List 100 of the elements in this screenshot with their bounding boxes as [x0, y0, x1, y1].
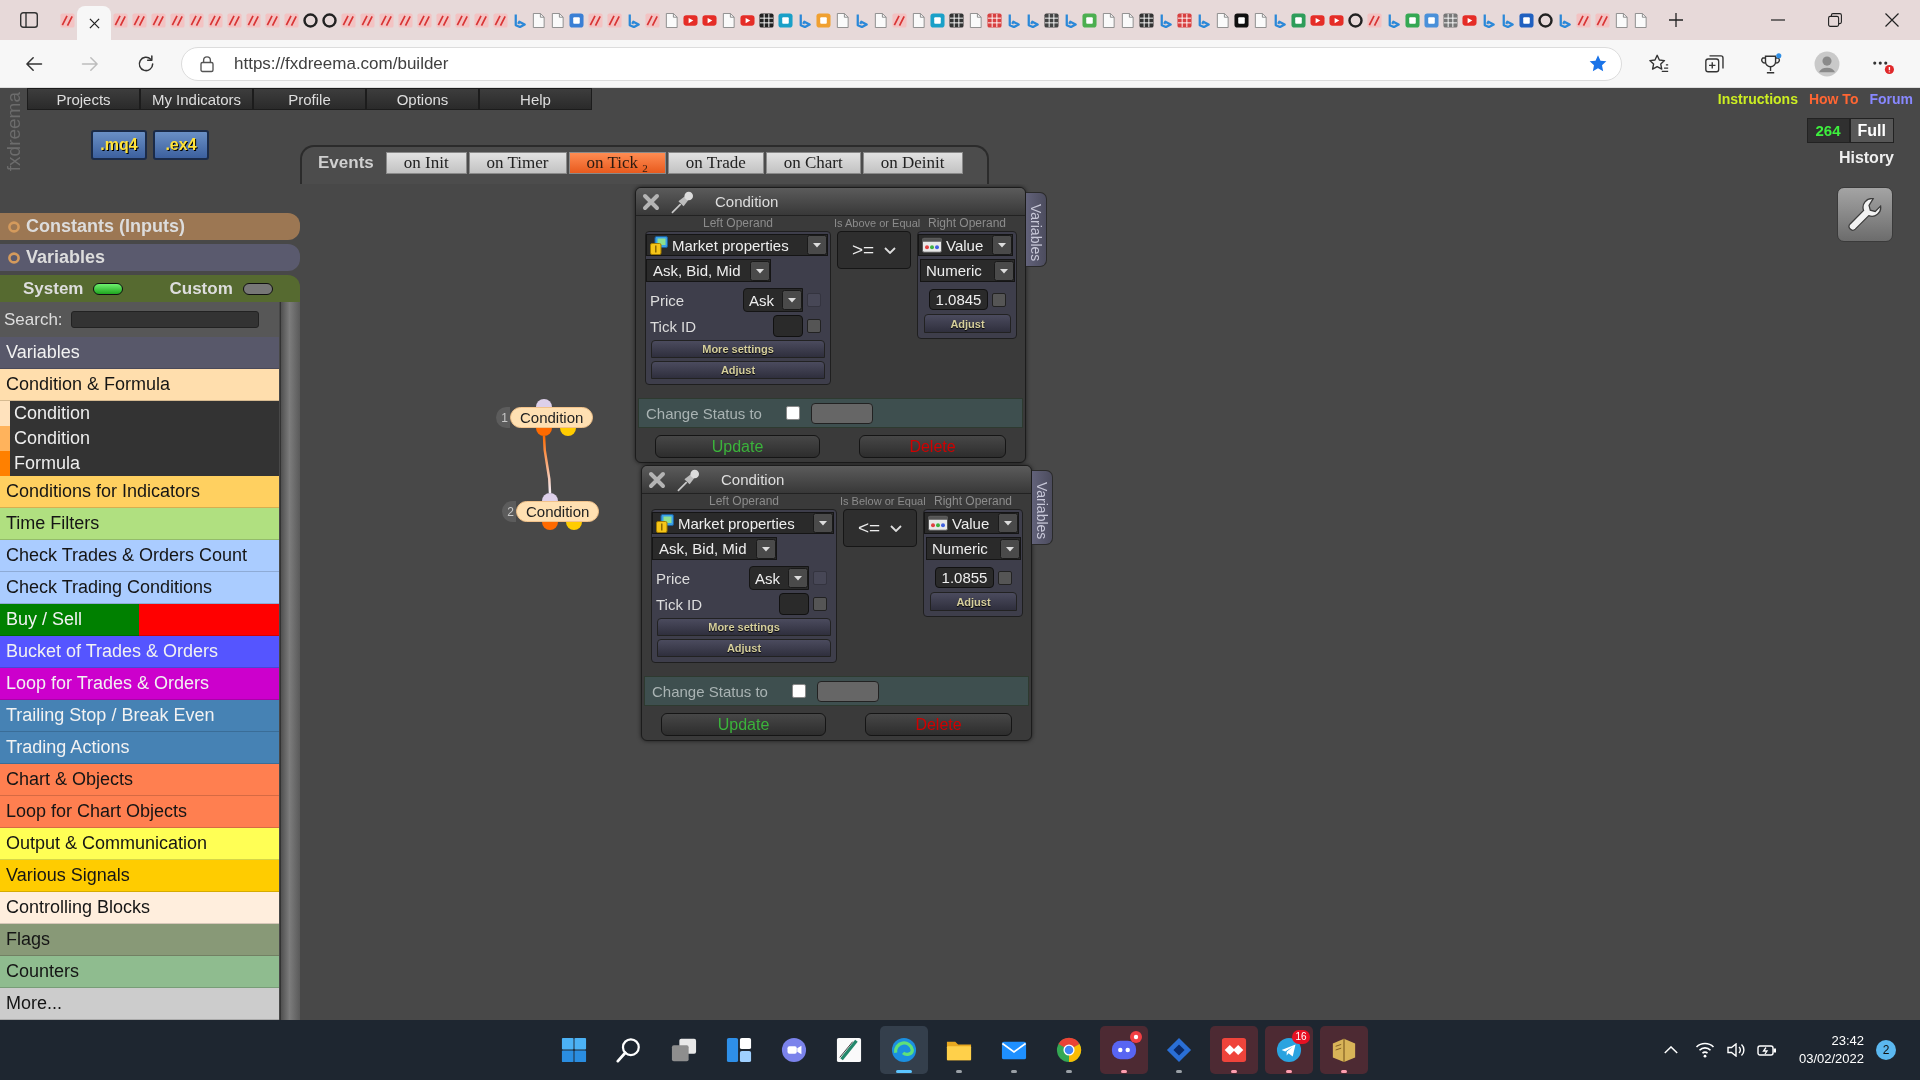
address-bar[interactable]: https://fxdreema.com/builder	[181, 46, 1622, 81]
battery-icon[interactable]	[1756, 1044, 1777, 1056]
trophy-icon[interactable]	[1760, 52, 1782, 75]
option-button[interactable]: Adjust	[657, 639, 831, 657]
collections-icon[interactable]	[1704, 52, 1726, 75]
number-field[interactable]: 1.0855	[935, 567, 994, 588]
category-item[interactable]: More...	[0, 988, 279, 1020]
category-item[interactable]: Controlling Blocks	[0, 892, 279, 924]
action-button[interactable]: Update	[661, 713, 826, 736]
subcategory-item[interactable]: Formula	[0, 451, 279, 476]
restore-icon[interactable]	[1827, 13, 1842, 27]
category-item[interactable]: Loop for Trades & Orders	[0, 668, 279, 700]
category-item[interactable]: Loop for Chart Objects	[0, 796, 279, 828]
clock-time[interactable]: 23:42	[1831, 1032, 1864, 1050]
close-icon[interactable]	[88, 17, 100, 29]
input-field[interactable]	[773, 315, 803, 337]
event-tab[interactable]: on Chart	[765, 152, 861, 174]
side-tab[interactable]: Variables	[1032, 470, 1053, 545]
operator-dropdown[interactable]: <=	[843, 509, 917, 547]
event-tab[interactable]: on Tick $_{2}$	[568, 152, 666, 174]
source-dropdown[interactable]: Value	[924, 512, 1019, 534]
category-item[interactable]: Conditions for Indicators	[0, 476, 279, 508]
volume-icon[interactable]	[1726, 1043, 1745, 1057]
group-dropdown[interactable]: Ask, Bid, Mid	[646, 259, 771, 282]
taskbar-button[interactable]: 16	[1265, 1026, 1313, 1074]
taskbar-button[interactable]	[1100, 1026, 1148, 1074]
lock-icon[interactable]	[198, 54, 216, 73]
block-label[interactable]: Condition	[510, 407, 594, 428]
type-dropdown[interactable]: Numeric	[926, 537, 1021, 560]
tab-actions-icon[interactable]	[20, 12, 38, 28]
category-item[interactable]: Variables	[0, 337, 279, 369]
subcategory-item[interactable]: Condition	[0, 426, 279, 451]
favorites-icon[interactable]	[1648, 52, 1670, 75]
action-button[interactable]: Update	[655, 435, 820, 458]
category-item[interactable]: Trailing Stop / Break Even	[0, 700, 279, 732]
category-item[interactable]: Condition & Formula	[0, 369, 279, 401]
category-item[interactable]: Bucket of Trades & Orders	[0, 636, 279, 668]
subcategory-item[interactable]: Condition	[0, 401, 279, 426]
history-link[interactable]: History	[1838, 149, 1894, 167]
group-dropdown[interactable]: Ask, Bid, Mid	[652, 537, 777, 560]
taskbar-button[interactable]	[880, 1026, 928, 1074]
menu-item[interactable]: Options	[366, 88, 479, 110]
category-item[interactable]: Various Signals	[0, 860, 279, 892]
checkbox[interactable]	[992, 292, 1006, 307]
category-item[interactable]: Output & Communication	[0, 828, 279, 860]
pin-icon[interactable]	[669, 189, 693, 214]
category-item[interactable]: Flags	[0, 924, 279, 956]
source-dropdown[interactable]: Value	[918, 234, 1013, 256]
scrollbar[interactable]	[280, 302, 300, 1020]
type-dropdown[interactable]: Numeric	[920, 259, 1015, 282]
category-item[interactable]: Trading Actions	[0, 732, 279, 764]
checkbox[interactable]	[813, 597, 827, 611]
category-item[interactable]: Check Trading Conditions	[0, 572, 279, 604]
option-button[interactable]: Adjust	[651, 361, 825, 379]
event-tab[interactable]: on Deinit	[862, 152, 963, 174]
status-field[interactable]	[816, 680, 879, 702]
header-link[interactable]: Instructions	[1717, 91, 1798, 107]
plus-icon[interactable]	[1669, 13, 1683, 27]
option-button[interactable]: More settings	[657, 618, 831, 636]
menu-item[interactable]: Projects	[27, 88, 140, 110]
category-item[interactable]: Buy / Sell	[0, 604, 279, 636]
star-icon[interactable]	[1588, 53, 1608, 74]
source-dropdown[interactable]: Market properties	[646, 234, 828, 256]
checkbox[interactable]	[785, 406, 800, 420]
event-tab[interactable]: on Timer	[468, 152, 567, 174]
minimize-icon[interactable]	[1770, 19, 1785, 21]
menu-item[interactable]: Help	[479, 88, 592, 110]
menu-item[interactable]: My Indicators	[140, 88, 253, 110]
section-header[interactable]: Variables	[0, 244, 300, 271]
side-tab[interactable]: Variables	[1026, 192, 1047, 267]
category-item[interactable]: Chart & Objects	[0, 764, 279, 796]
menu-item[interactable]: Profile	[253, 88, 366, 110]
chevron-up-icon[interactable]	[1661, 1046, 1680, 1054]
block-label[interactable]: Condition	[516, 501, 600, 522]
event-tab[interactable]: on Init	[385, 152, 467, 174]
operator-dropdown[interactable]: >=	[837, 231, 911, 269]
event-tab[interactable]: on Trade	[667, 152, 764, 174]
checkbox[interactable]	[807, 319, 821, 333]
input-field[interactable]	[779, 593, 809, 615]
avatar-icon[interactable]	[1814, 50, 1840, 77]
tools-button[interactable]	[1837, 187, 1893, 242]
checkbox[interactable]	[791, 684, 806, 698]
category-item[interactable]: Time Filters	[0, 508, 279, 540]
notification-count[interactable]: 2	[1876, 1040, 1896, 1060]
wifi-icon[interactable]	[1694, 1042, 1715, 1058]
source-dropdown[interactable]: Market properties	[652, 512, 834, 534]
clock-date[interactable]: 03/02/2022	[1798, 1050, 1864, 1068]
close-icon[interactable]	[1884, 13, 1899, 27]
refresh-icon[interactable]	[136, 53, 156, 74]
option-button[interactable]: Adjust	[930, 592, 1017, 611]
number-field[interactable]: 1.0845	[929, 289, 988, 310]
taskbar-button[interactable]	[1320, 1026, 1368, 1074]
taskbar-button[interactable]	[1210, 1026, 1258, 1074]
category-item[interactable]: Counters	[0, 956, 279, 988]
category-item[interactable]: Check Trades & Orders Count	[0, 540, 279, 572]
pin-icon[interactable]	[675, 467, 699, 492]
option-button[interactable]: More settings	[651, 340, 825, 358]
file-type-button[interactable]: .ex4	[153, 130, 209, 160]
file-type-button[interactable]: .mq4	[91, 130, 147, 160]
status-field[interactable]	[810, 402, 873, 424]
